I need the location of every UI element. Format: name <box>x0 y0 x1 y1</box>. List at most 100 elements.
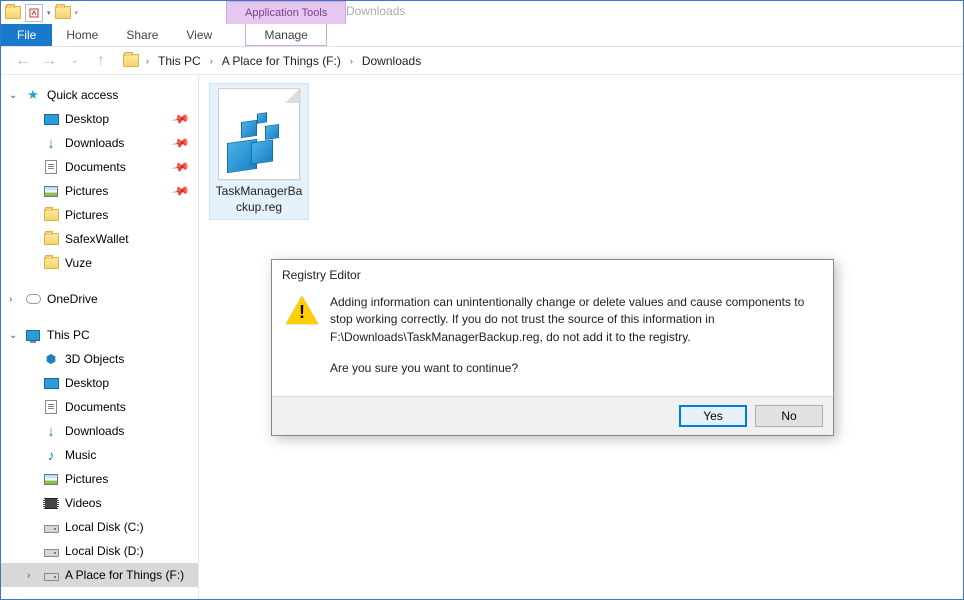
tab-home[interactable]: Home <box>52 24 112 46</box>
star-icon: ★ <box>25 87 41 103</box>
sidebar-item-label: Local Disk (D:) <box>65 544 144 558</box>
addr-seg-thispc[interactable]: This PC <box>154 52 205 70</box>
qat-overflow-icon[interactable]: ▾ <box>75 9 79 17</box>
yes-button[interactable]: Yes <box>679 405 747 427</box>
dialog-title: Registry Editor <box>272 260 833 288</box>
dialog-message: Adding information can unintentionally c… <box>330 294 819 378</box>
nav-forward-icon: → <box>39 51 59 71</box>
sidebar-item-label: Videos <box>65 496 101 510</box>
addr-caret-icon[interactable]: › <box>207 56 216 66</box>
pin-icon: 📌 <box>170 133 190 153</box>
sidebar-item-vuze[interactable]: Vuze <box>1 251 198 275</box>
folder-icon <box>43 231 59 247</box>
thispc-icon <box>25 327 41 343</box>
doc-icon <box>43 159 59 175</box>
sidebar-onedrive[interactable]: › OneDrive <box>1 287 198 311</box>
sidebar-item-label: Documents <box>65 160 126 174</box>
qat-folder-icon <box>5 5 21 21</box>
nav-recent-icon[interactable]: ⌄ <box>65 51 85 71</box>
nav-pane[interactable]: ⌄ ★ Quick access Desktop📌↓Downloads📌Docu… <box>1 75 199 599</box>
sidebar-item-documents[interactable]: Documents 📌 <box>1 155 198 179</box>
title-bar: ▾ ▾ <box>1 1 963 24</box>
sidebar-item-local-disk-d-[interactable]: Local Disk (D:) <box>1 539 198 563</box>
drive-icon <box>43 543 59 559</box>
sidebar-item-documents[interactable]: Documents <box>1 395 198 419</box>
sidebar-quick-access[interactable]: ⌄ ★ Quick access <box>1 83 198 107</box>
sidebar-item-downloads[interactable]: ↓ Downloads 📌 <box>1 131 198 155</box>
qat-dropdown-icon[interactable]: ▾ <box>47 9 51 17</box>
pin-icon: 📌 <box>170 157 190 177</box>
tab-share[interactable]: Share <box>112 24 172 46</box>
pic-icon <box>43 471 59 487</box>
qat-properties-icon[interactable] <box>25 4 43 22</box>
desktop-icon <box>43 375 59 391</box>
sidebar-item-a-place-for-things-f-[interactable]: › A Place for Things (F:) <box>1 563 198 587</box>
expand-icon[interactable]: ⌄ <box>9 330 17 341</box>
3d-icon: ⬢ <box>43 351 59 367</box>
expand-icon[interactable]: › <box>9 294 12 305</box>
desktop-icon <box>43 111 59 127</box>
sidebar-this-pc[interactable]: ⌄ This PC <box>1 323 198 347</box>
sidebar-item-label: Music <box>65 448 96 462</box>
addr-folder-icon <box>123 53 139 69</box>
sidebar-item-label: Pictures <box>65 208 108 222</box>
doc-icon <box>43 399 59 415</box>
contextual-tab-group: Application Tools Manage <box>226 1 346 46</box>
context-heading: Application Tools <box>226 1 346 24</box>
addr-seg-drive[interactable]: A Place for Things (F:) <box>218 52 345 70</box>
sidebar-item-desktop[interactable]: Desktop <box>1 371 198 395</box>
no-button[interactable]: No <box>755 405 823 427</box>
nav-up-icon[interactable]: ↑ <box>91 51 111 71</box>
sidebar-item-downloads[interactable]: ↓ Downloads <box>1 419 198 443</box>
sidebar-item-label: Downloads <box>65 136 124 150</box>
warning-icon: ! <box>286 296 318 324</box>
music-icon: ♪ <box>43 447 59 463</box>
folder-icon <box>43 255 59 271</box>
addr-seg-folder[interactable]: Downloads <box>358 52 425 70</box>
ribbon-tabs: File Home Share View Application Tools M… <box>1 24 963 47</box>
sidebar-label: This PC <box>47 328 90 342</box>
sidebar-item-label: Desktop <box>65 376 109 390</box>
qat-newfolder-icon[interactable] <box>55 5 71 21</box>
pin-icon: 📌 <box>170 181 190 201</box>
address-bar[interactable]: › This PC › A Place for Things (F:) › Do… <box>117 50 425 72</box>
registry-editor-dialog: Registry Editor ! Adding information can… <box>271 259 834 436</box>
window-title: Downloads <box>346 4 405 18</box>
sidebar-item-pictures[interactable]: Pictures📌 <box>1 179 198 203</box>
drive-icon <box>43 567 59 583</box>
sidebar-item-pictures[interactable]: Pictures <box>1 203 198 227</box>
tab-view[interactable]: View <box>172 24 226 46</box>
sidebar-item-pictures[interactable]: Pictures <box>1 467 198 491</box>
download-icon: ↓ <box>43 423 59 439</box>
expand-icon[interactable]: › <box>27 570 30 581</box>
sidebar-item-label: Desktop <box>65 112 109 126</box>
addr-caret-icon[interactable]: › <box>143 56 152 66</box>
file-tab[interactable]: File <box>1 24 52 46</box>
sidebar-label: OneDrive <box>47 292 98 306</box>
nav-back-icon[interactable]: ← <box>13 51 33 71</box>
sidebar-item-local-disk-c-[interactable]: Local Disk (C:) <box>1 515 198 539</box>
pin-icon: 📌 <box>170 109 190 129</box>
sidebar-item-label: Vuze <box>65 256 92 270</box>
sidebar-item-label: Documents <box>65 400 126 414</box>
sidebar-label: Quick access <box>47 88 118 102</box>
sidebar-item-label: 3D Objects <box>65 352 124 366</box>
sidebar-item-music[interactable]: ♪ Music <box>1 443 198 467</box>
sidebar-item-label: Downloads <box>65 424 124 438</box>
cloud-icon <box>25 291 41 307</box>
file-item[interactable]: TaskManagerBackup.reg <box>209 83 309 220</box>
expand-icon[interactable]: ⌄ <box>9 90 17 101</box>
sidebar-item-safexwallet[interactable]: SafexWallet <box>1 227 198 251</box>
addr-caret-icon[interactable]: › <box>347 56 356 66</box>
tab-manage[interactable]: Manage <box>245 24 326 46</box>
video-icon <box>43 495 59 511</box>
file-name: TaskManagerBackup.reg <box>214 184 304 215</box>
sidebar-item-3d-objects[interactable]: ⬢ 3D Objects <box>1 347 198 371</box>
download-icon: ↓ <box>43 135 59 151</box>
sidebar-item-videos[interactable]: Videos <box>1 491 198 515</box>
drive-icon <box>43 519 59 535</box>
sidebar-item-desktop[interactable]: Desktop 📌 <box>1 107 198 131</box>
sidebar-item-label: A Place for Things (F:) <box>65 568 184 582</box>
sidebar-item-label: Pictures <box>65 472 108 486</box>
sidebar-item-label: Local Disk (C:) <box>65 520 144 534</box>
